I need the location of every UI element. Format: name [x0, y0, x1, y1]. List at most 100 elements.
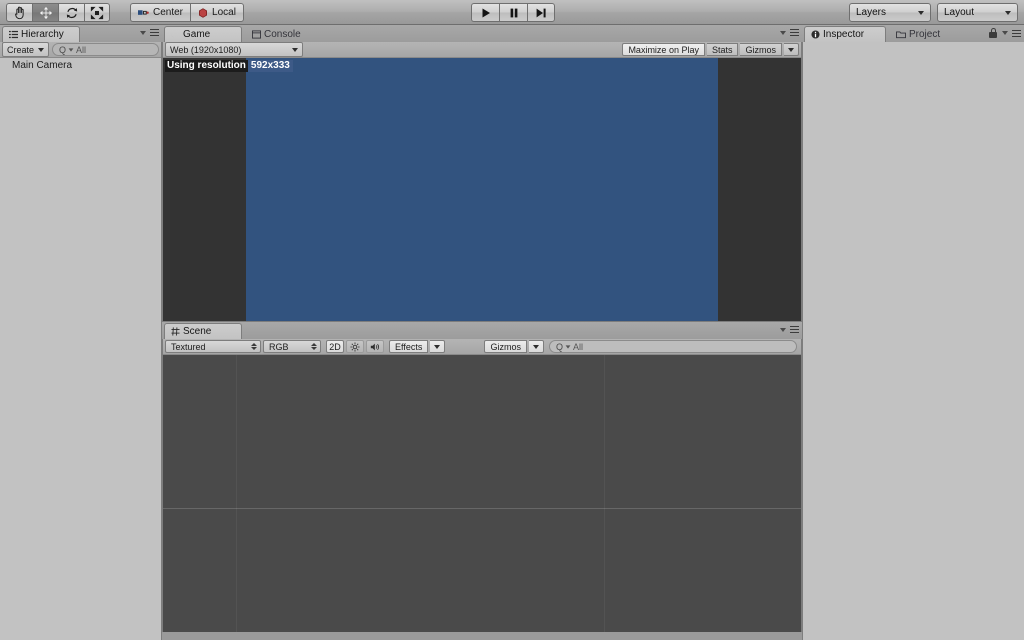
game-toolbar: Web (1920x1080) Maximize on Play Stats G… [163, 42, 801, 58]
hierarchy-list[interactable]: Main Camera [0, 58, 161, 640]
game-body: Web (1920x1080) Maximize on Play Stats G… [162, 42, 802, 322]
updown-icon [251, 343, 257, 350]
play-button[interactable] [471, 3, 499, 22]
game-gizmos-dropdown[interactable] [784, 43, 799, 56]
tab-game-label: Game [183, 29, 211, 40]
local-rotation-icon [199, 7, 208, 18]
pivot-mode-label: Center [153, 7, 184, 18]
main-toolbar: Center Local Layers Layout [0, 0, 1024, 25]
toggle-audio-button[interactable] [366, 340, 384, 353]
hierarchy-search-input[interactable]: Q All [52, 43, 159, 56]
inspector-body [802, 42, 1024, 640]
tab-project[interactable]: Project [890, 26, 958, 42]
game-view[interactable]: Using resolution 592x333 [163, 58, 801, 321]
lock-icon[interactable] [989, 28, 997, 38]
inspector-panel: Inspector Project [802, 25, 1024, 640]
tab-scene-label: Scene [183, 326, 212, 337]
step-button[interactable] [527, 3, 555, 22]
panel-options-icon [148, 28, 159, 37]
inspector-tabstrip: Inspector Project [802, 25, 1024, 42]
hierarchy-panel-menu[interactable] [140, 28, 159, 37]
create-dropdown[interactable]: Create [2, 42, 50, 57]
layers-label: Layers [856, 7, 887, 18]
aspect-ratio-dropdown[interactable]: Web (1920x1080) [165, 42, 303, 57]
panel-options-icon [1010, 29, 1021, 38]
scene-search-input[interactable]: Q All [549, 340, 797, 353]
pivot-mode-button[interactable]: Center [130, 3, 191, 22]
scale-icon [90, 6, 104, 19]
console-icon [252, 29, 261, 39]
rotate-tool-button[interactable] [58, 3, 84, 22]
grid-line [236, 355, 237, 640]
game-panel: Game Console Web (1920x1080) Maximize on… [162, 25, 802, 322]
hierarchy-icon [9, 30, 18, 39]
toggle-2d-button[interactable]: 2D [326, 340, 344, 353]
pivot-rotation-button[interactable]: Local [190, 3, 244, 22]
axis-line-horizontal [163, 508, 801, 509]
color-mode-label: RGB [269, 341, 289, 352]
chevron-down-icon [434, 344, 441, 349]
scene-search-value: All [573, 341, 584, 352]
game-panel-menu[interactable] [780, 28, 799, 37]
draw-mode-dropdown[interactable]: Textured [165, 340, 261, 353]
stats-label: Stats [711, 44, 733, 55]
hierarchy-toolbar: Create Q All [0, 42, 161, 58]
hand-tool-button[interactable] [6, 3, 32, 22]
draw-mode-label: Textured [171, 341, 206, 352]
pivot-rotation-label: Local [212, 7, 236, 18]
hierarchy-panel: Hierarchy Create Q All Main Camera [0, 25, 162, 640]
game-icon [171, 30, 176, 39]
scene-tabstrip: Scene [162, 322, 802, 339]
effects-button[interactable]: Effects [389, 340, 429, 353]
scene-bottom-strip [162, 632, 802, 640]
search-icon: Q [59, 44, 67, 55]
color-mode-dropdown[interactable]: RGB [263, 340, 321, 353]
sun-icon [350, 342, 360, 351]
scene-panel-menu[interactable] [780, 325, 799, 334]
scene-gizmos-dropdown[interactable] [529, 340, 544, 353]
tab-hierarchy-label: Hierarchy [21, 29, 64, 40]
search-icon: Q [556, 341, 564, 352]
game-render-surface[interactable] [246, 58, 718, 321]
scene-gizmos-button[interactable]: Gizmos [484, 340, 527, 353]
resolution-value: 592x333 [247, 60, 293, 72]
maximize-on-play-label: Maximize on Play [628, 44, 699, 55]
layout-dropdown[interactable]: Layout [937, 3, 1018, 22]
list-item[interactable]: Main Camera [0, 58, 161, 72]
effects-label: Effects [395, 341, 423, 352]
layout-label: Layout [944, 7, 975, 18]
tab-console[interactable]: Console [246, 26, 316, 42]
chevron-down-icon [1005, 10, 1011, 15]
pause-icon [510, 8, 517, 17]
panel-options-icon [788, 325, 799, 334]
stats-button[interactable]: Stats [706, 43, 739, 56]
scene-view[interactable] [163, 355, 801, 640]
layers-dropdown[interactable]: Layers [849, 3, 931, 22]
inspector-icon [811, 30, 820, 39]
tab-game[interactable]: Game [164, 26, 242, 42]
tab-scene[interactable]: Scene [164, 323, 242, 339]
scene-panel: Scene Textured RGB 2D Effects Gizmos Q A… [162, 322, 802, 640]
hierarchy-tabstrip: Hierarchy [0, 25, 162, 42]
aspect-ratio-label: Web (1920x1080) [170, 44, 242, 55]
game-gizmos-label: Gizmos [745, 44, 776, 55]
hierarchy-item-label: Main Camera [12, 59, 73, 71]
maximize-on-play-button[interactable]: Maximize on Play [622, 43, 705, 56]
play-controls-group [471, 3, 555, 22]
tab-hierarchy[interactable]: Hierarchy [2, 26, 80, 42]
toggle-lighting-button[interactable] [346, 340, 364, 353]
scale-tool-button[interactable] [84, 3, 110, 22]
chevron-down-icon [1002, 31, 1008, 35]
resolution-prefix: Using resolution [165, 60, 248, 72]
inspector-panel-menu[interactable] [989, 28, 1021, 38]
play-icon [482, 8, 490, 17]
chevron-down-icon [918, 10, 924, 15]
tab-inspector[interactable]: Inspector [804, 26, 886, 42]
move-tool-button[interactable] [32, 3, 58, 22]
resolution-indicator: Using resolution 592x333 [165, 60, 293, 72]
pause-button[interactable] [499, 3, 527, 22]
game-gizmos-button[interactable]: Gizmos [740, 43, 782, 56]
effects-dropdown[interactable] [430, 340, 446, 353]
step-icon [536, 8, 546, 17]
panel-options-icon [788, 28, 799, 37]
